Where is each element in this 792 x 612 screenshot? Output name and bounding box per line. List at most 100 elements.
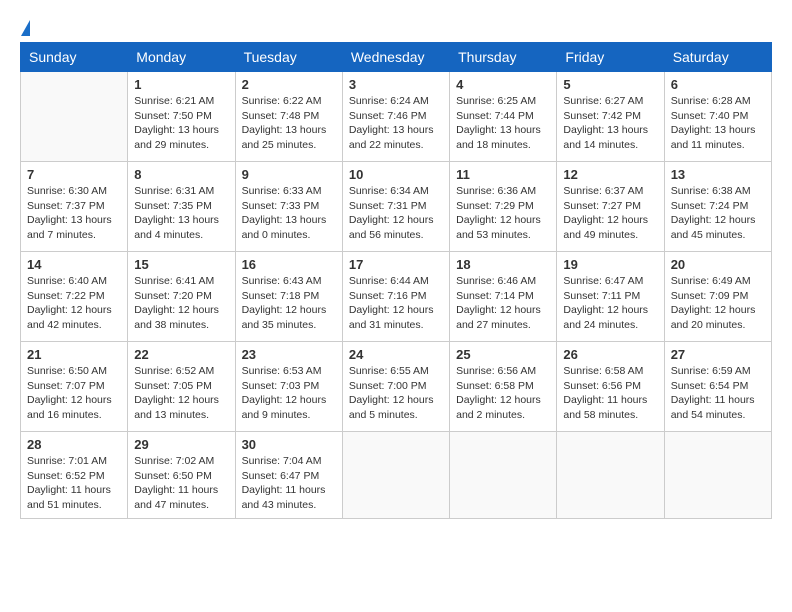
calendar-cell: 19 Sunrise: 6:47 AM Sunset: 7:11 PM Dayli… [557,252,664,342]
day-number: 7 [27,167,121,182]
calendar-cell: 11 Sunrise: 6:36 AM Sunset: 7:29 PM Dayli… [450,162,557,252]
weekday-header-saturday: Saturday [664,43,771,72]
calendar-week-row: 14Sunrise: 6:40 AM Sunset: 7:22 PM Dayli… [21,252,772,342]
calendar-cell: 23 Sunrise: 6:53 AM Sunset: 7:03 PM Dayli… [235,342,342,432]
calendar-cell: 25 Sunrise: 6:56 AM Sunset: 6:58 PM Dayli… [450,342,557,432]
day-number: 4 [456,77,550,92]
calendar-cell: 3Sunrise: 6:24 AM Sunset: 7:46 PM Daylig… [342,72,449,162]
day-number: 26 [563,347,657,362]
calendar-cell: 5 Sunrise: 6:27 AM Sunset: 7:42 PM Daylig… [557,72,664,162]
day-info: Sunrise: 6:40 AM Sunset: 7:22 PM Dayligh… [27,274,121,333]
calendar-cell: 1 Sunrise: 6:21 AM Sunset: 7:50 PM Daylig… [128,72,235,162]
day-info: Sunrise: 6:22 AM Sunset: 7:48 PM Dayligh… [242,94,336,153]
weekday-header-monday: Monday [128,43,235,72]
day-number: 17 [349,257,443,272]
day-info: Sunrise: 6:56 AM Sunset: 6:58 PM Dayligh… [456,364,550,423]
calendar-cell: 18 Sunrise: 6:46 AM Sunset: 7:14 PM Dayli… [450,252,557,342]
day-number: 18 [456,257,550,272]
day-info: Sunrise: 6:43 AM Sunset: 7:18 PM Dayligh… [242,274,336,333]
day-number: 9 [242,167,336,182]
day-number: 22 [134,347,228,362]
day-info: Sunrise: 7:01 AM Sunset: 6:52 PM Dayligh… [27,454,121,513]
day-info: Sunrise: 6:28 AM Sunset: 7:40 PM Dayligh… [671,94,765,153]
day-number: 27 [671,347,765,362]
day-number: 15 [134,257,228,272]
day-info: Sunrise: 6:49 AM Sunset: 7:09 PM Dayligh… [671,274,765,333]
day-number: 6 [671,77,765,92]
day-info: Sunrise: 6:41 AM Sunset: 7:20 PM Dayligh… [134,274,228,333]
day-number: 28 [27,437,121,452]
day-number: 19 [563,257,657,272]
day-info: Sunrise: 6:31 AM Sunset: 7:35 PM Dayligh… [134,184,228,243]
calendar-cell [21,72,128,162]
weekday-header-thursday: Thursday [450,43,557,72]
weekday-header-friday: Friday [557,43,664,72]
calendar-cell: 24Sunrise: 6:55 AM Sunset: 7:00 PM Dayli… [342,342,449,432]
calendar-cell: 10 Sunrise: 6:34 AM Sunset: 7:31 PM Dayli… [342,162,449,252]
logo [20,20,32,32]
day-number: 12 [563,167,657,182]
calendar-cell: 27 Sunrise: 6:59 AM Sunset: 6:54 PM Dayli… [664,342,771,432]
day-number: 30 [242,437,336,452]
day-info: Sunrise: 6:59 AM Sunset: 6:54 PM Dayligh… [671,364,765,423]
day-info: Sunrise: 6:21 AM Sunset: 7:50 PM Dayligh… [134,94,228,153]
calendar-cell: 12 Sunrise: 6:37 AM Sunset: 7:27 PM Dayli… [557,162,664,252]
day-number: 5 [563,77,657,92]
day-number: 13 [671,167,765,182]
day-info: Sunrise: 6:52 AM Sunset: 7:05 PM Dayligh… [134,364,228,423]
day-info: Sunrise: 7:04 AM Sunset: 6:47 PM Dayligh… [242,454,336,513]
day-number: 24 [349,347,443,362]
day-info: Sunrise: 6:46 AM Sunset: 7:14 PM Dayligh… [456,274,550,333]
day-number: 1 [134,77,228,92]
calendar-cell: 6 Sunrise: 6:28 AM Sunset: 7:40 PM Daylig… [664,72,771,162]
day-info: Sunrise: 6:27 AM Sunset: 7:42 PM Dayligh… [563,94,657,153]
day-info: Sunrise: 6:50 AM Sunset: 7:07 PM Dayligh… [27,364,121,423]
calendar-cell: 7 Sunrise: 6:30 AM Sunset: 7:37 PM Daylig… [21,162,128,252]
weekday-header-sunday: Sunday [21,43,128,72]
calendar-week-row: 21 Sunrise: 6:50 AM Sunset: 7:07 PM Dayli… [21,342,772,432]
day-number: 25 [456,347,550,362]
calendar-cell: 26 Sunrise: 6:58 AM Sunset: 6:56 PM Dayli… [557,342,664,432]
calendar-cell [342,432,449,519]
calendar-cell [450,432,557,519]
day-number: 23 [242,347,336,362]
day-number: 2 [242,77,336,92]
day-info: Sunrise: 6:33 AM Sunset: 7:33 PM Dayligh… [242,184,336,243]
day-number: 21 [27,347,121,362]
calendar-cell: 20 Sunrise: 6:49 AM Sunset: 7:09 PM Dayli… [664,252,771,342]
day-info: Sunrise: 6:58 AM Sunset: 6:56 PM Dayligh… [563,364,657,423]
day-info: Sunrise: 6:44 AM Sunset: 7:16 PM Dayligh… [349,274,443,333]
calendar-cell: 29Sunrise: 7:02 AM Sunset: 6:50 PM Dayli… [128,432,235,519]
day-info: Sunrise: 6:47 AM Sunset: 7:11 PM Dayligh… [563,274,657,333]
calendar-header-row: SundayMondayTuesdayWednesdayThursdayFrid… [21,43,772,72]
day-info: Sunrise: 6:34 AM Sunset: 7:31 PM Dayligh… [349,184,443,243]
calendar-cell [664,432,771,519]
logo-icon [21,20,30,36]
calendar-cell: 16Sunrise: 6:43 AM Sunset: 7:18 PM Dayli… [235,252,342,342]
day-number: 29 [134,437,228,452]
day-info: Sunrise: 6:38 AM Sunset: 7:24 PM Dayligh… [671,184,765,243]
day-number: 8 [134,167,228,182]
day-info: Sunrise: 6:36 AM Sunset: 7:29 PM Dayligh… [456,184,550,243]
day-info: Sunrise: 6:37 AM Sunset: 7:27 PM Dayligh… [563,184,657,243]
calendar-week-row: 1 Sunrise: 6:21 AM Sunset: 7:50 PM Daylig… [21,72,772,162]
calendar-table: SundayMondayTuesdayWednesdayThursdayFrid… [20,42,772,519]
calendar-cell: 9 Sunrise: 6:33 AM Sunset: 7:33 PM Daylig… [235,162,342,252]
day-info: Sunrise: 6:24 AM Sunset: 7:46 PM Dayligh… [349,94,443,153]
day-number: 10 [349,167,443,182]
calendar-cell: 22 Sunrise: 6:52 AM Sunset: 7:05 PM Dayli… [128,342,235,432]
day-info: Sunrise: 6:53 AM Sunset: 7:03 PM Dayligh… [242,364,336,423]
day-info: Sunrise: 6:30 AM Sunset: 7:37 PM Dayligh… [27,184,121,243]
day-number: 11 [456,167,550,182]
calendar-week-row: 7 Sunrise: 6:30 AM Sunset: 7:37 PM Daylig… [21,162,772,252]
calendar-cell [557,432,664,519]
calendar-cell: 28 Sunrise: 7:01 AM Sunset: 6:52 PM Dayli… [21,432,128,519]
calendar-cell: 14Sunrise: 6:40 AM Sunset: 7:22 PM Dayli… [21,252,128,342]
calendar-cell: 13 Sunrise: 6:38 AM Sunset: 7:24 PM Dayli… [664,162,771,252]
day-number: 20 [671,257,765,272]
calendar-cell: 2 Sunrise: 6:22 AM Sunset: 7:48 PM Daylig… [235,72,342,162]
calendar-cell: 30 Sunrise: 7:04 AM Sunset: 6:47 PM Dayli… [235,432,342,519]
calendar-cell: 15 Sunrise: 6:41 AM Sunset: 7:20 PM Dayli… [128,252,235,342]
calendar-week-row: 28 Sunrise: 7:01 AM Sunset: 6:52 PM Dayli… [21,432,772,519]
page-header [20,20,772,32]
